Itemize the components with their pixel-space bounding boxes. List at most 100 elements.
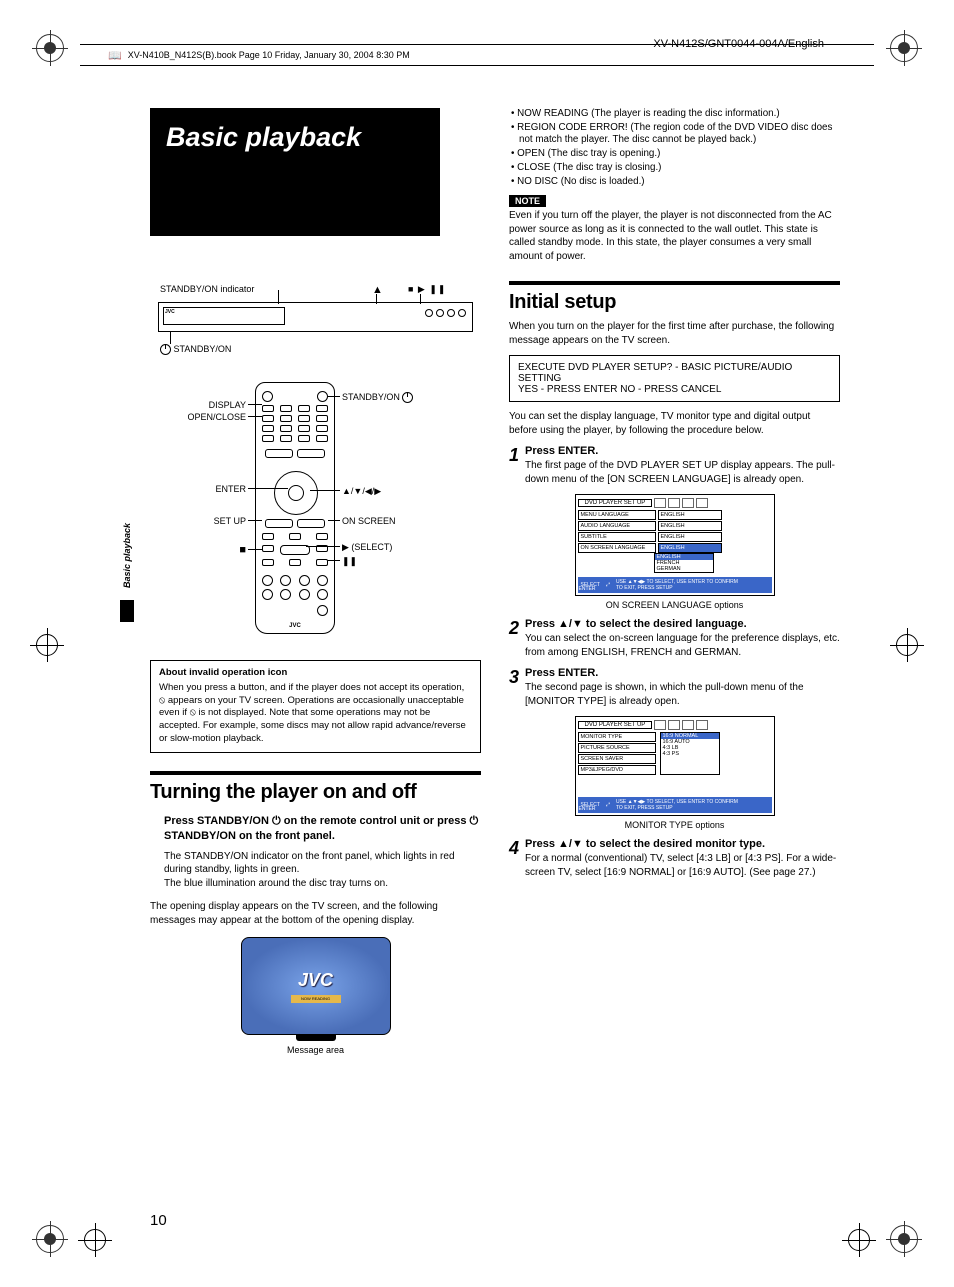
list-item: OPEN (The disc tray is opening.) <box>511 148 840 161</box>
osd-tab-icon <box>654 498 666 508</box>
on-screen-label: ON SCREEN <box>342 516 396 526</box>
osd-caption: MONITOR TYPE options <box>575 820 775 830</box>
step-number: 2 <box>509 618 525 639</box>
stop-icon: ■ <box>150 544 246 556</box>
step-head: Press ENTER. <box>525 667 598 679</box>
tv-caption: Message area <box>241 1045 391 1055</box>
note-body: Even if you turn off the player, the pla… <box>509 209 840 263</box>
osd-footer: SELECT ⤢ USE ▲▼◀▶ TO SELECT, USE ENTER T… <box>578 797 772 813</box>
enter-label: ENTER <box>150 484 246 494</box>
step-number: 4 <box>509 838 525 859</box>
step-2: 2 Press ▲/▼ to select the desired langua… <box>509 618 840 659</box>
tv-logo: JVC <box>298 970 333 991</box>
prompt-line-1: EXECUTE DVD PLAYER SETUP? - BASIC PICTUR… <box>518 362 831 384</box>
osd-tab-icon <box>682 498 694 508</box>
osd-tab-icon <box>668 498 680 508</box>
step-body: The first page of the DVD PLAYER SET UP … <box>525 459 840 486</box>
select-label: ▶ (SELECT) <box>342 542 392 553</box>
prompt-line-2: YES - PRESS ENTER NO - PRESS CANCEL <box>518 384 831 395</box>
osd-figure-language: DVD PLAYER SET UP MENU LANGUAGEENGLISH A… <box>575 494 775 610</box>
right-column: NOW READING (The player is reading the d… <box>509 108 840 1055</box>
left-column: Basic playback STANDBY/ON indicator ▲ ■ … <box>150 108 481 1055</box>
power-icon <box>160 344 171 355</box>
osd-title: DVD PLAYER SET UP <box>578 721 653 729</box>
remote-brand: JVC <box>256 623 334 629</box>
step-head: Press ENTER. <box>525 445 598 457</box>
open-close-label: OPEN/CLOSE <box>150 412 246 422</box>
registration-mark-icon <box>890 1225 918 1253</box>
invalid-operation-box: About invalid operation icon When you pr… <box>150 660 481 753</box>
osd-tab-icon <box>682 720 694 730</box>
eject-icon: ▲ <box>372 284 383 296</box>
book-icon: 📖 <box>108 49 122 62</box>
device-brand: JVC <box>165 309 175 315</box>
page-number: 10 <box>150 1212 167 1229</box>
invalid-body: When you press a button, and if the play… <box>159 682 472 746</box>
list-item: NOW READING (The player is reading the d… <box>511 108 840 121</box>
tv-message-area: NOW READING <box>291 995 341 1003</box>
dpad-icon <box>274 471 318 515</box>
cross-mark-icon <box>842 1223 876 1257</box>
side-tab-label: Basic playback <box>120 510 134 600</box>
osd-caption: ON SCREEN LANGUAGE options <box>575 600 775 610</box>
device-diagram: STANDBY/ON indicator ▲ ■ ▶ ❚❚ JVC STANDB… <box>150 276 481 376</box>
setup-prompt-box: EXECUTE DVD PLAYER SETUP? - BASIC PICTUR… <box>509 355 840 402</box>
step-3: 3 Press ENTER. The second page is shown,… <box>509 667 840 708</box>
transport-icons: ■ ▶ ❚❚ <box>408 284 446 295</box>
content-area: Basic playback STANDBY/ON indicator ▲ ■ … <box>150 108 840 1055</box>
section-rule <box>509 281 840 285</box>
initial-intro: When you turn on the player for the firs… <box>509 320 840 347</box>
osd-figure-monitor: DVD PLAYER SET UP MONITOR TYPE PICTURE S… <box>575 716 775 830</box>
note-tag: NOTE <box>509 195 546 207</box>
osd-tab-icon <box>654 720 666 730</box>
list-item: NO DISC (No disc is loaded.) <box>511 176 840 189</box>
press-standby-line: Press STANDBY/ON ⏻ on the remote control… <box>164 814 481 844</box>
registration-mark-icon <box>890 34 918 62</box>
power-icon <box>402 392 413 403</box>
osd-tab-icon <box>668 720 680 730</box>
standby-on-label: STANDBY/ON <box>160 344 231 355</box>
turning-body-2: The blue illumination around the disc tr… <box>164 877 481 891</box>
standby-on-remote-label: STANDBY/ON <box>342 392 413 403</box>
list-item: CLOSE (The disc tray is closing.) <box>511 162 840 175</box>
remote-body: JVC <box>255 382 335 634</box>
display-label: DISPLAY <box>150 400 246 410</box>
device-body: JVC <box>158 302 473 332</box>
standby-indicator-label: STANDBY/ON indicator <box>160 284 254 294</box>
turning-heading: Turning the player on and off <box>150 781 481 804</box>
step-body: The second page is shown, in which the p… <box>525 681 840 708</box>
osd-tab-icon <box>696 720 708 730</box>
registration-mark-icon <box>36 1225 64 1253</box>
header-book-line: XV-N410B_N412S(B).book Page 10 Friday, J… <box>128 50 410 60</box>
side-tab-marker <box>120 600 134 622</box>
osd-dropdown: ENGLISH FRENCH GERMAN <box>654 553 714 573</box>
tv-figure: JVC NOW READING Message area <box>241 937 391 1055</box>
list-item: REGION CODE ERROR! (The region code of t… <box>511 122 840 147</box>
pause-icon: ❚❚ <box>342 556 357 567</box>
turning-body-1: The STANDBY/ON indicator on the front pa… <box>164 850 481 877</box>
step-body: You can select the on-screen language fo… <box>525 632 840 659</box>
step-body: For a normal (conventional) TV, select [… <box>525 852 840 879</box>
document-id: XV-N412S/GNT0044-004A/English <box>653 38 824 50</box>
status-messages-list: NOW READING (The player is reading the d… <box>509 108 840 188</box>
registration-mark-icon <box>36 34 64 62</box>
after-prompt-text: You can set the display language, TV mon… <box>509 410 840 437</box>
invalid-title: About invalid operation icon <box>159 667 472 680</box>
osd-footer: SELECT ⤢ USE ▲▼◀▶ TO SELECT, USE ENTER T… <box>578 577 772 593</box>
step-1: 1 Press ENTER. The first page of the DVD… <box>509 445 840 486</box>
osd-tab-icon <box>696 498 708 508</box>
page: 📖 XV-N410B_N412S(B).book Page 10 Friday,… <box>0 0 954 1287</box>
section-rule <box>150 771 481 775</box>
step-head: Press ▲/▼ to select the desired monitor … <box>525 838 765 850</box>
osd-dropdown: 16:9 NORMAL 16:9 AUTO 4:3 LB 4:3 PS <box>660 732 720 775</box>
cross-mark-icon <box>30 628 64 662</box>
chapter-title: Basic playback <box>150 108 440 236</box>
turning-body-3: The opening display appears on the TV sc… <box>150 900 481 927</box>
step-4: 4 Press ▲/▼ to select the desired monito… <box>509 838 840 879</box>
cross-mark-icon <box>890 628 924 662</box>
setup-label: SET UP <box>150 516 246 526</box>
step-number: 1 <box>509 445 525 466</box>
arrows-label: ▲/▼/◀/▶ <box>342 486 381 497</box>
osd-title: DVD PLAYER SET UP <box>578 499 653 507</box>
step-head: Press ▲/▼ to select the desired language… <box>525 618 747 630</box>
